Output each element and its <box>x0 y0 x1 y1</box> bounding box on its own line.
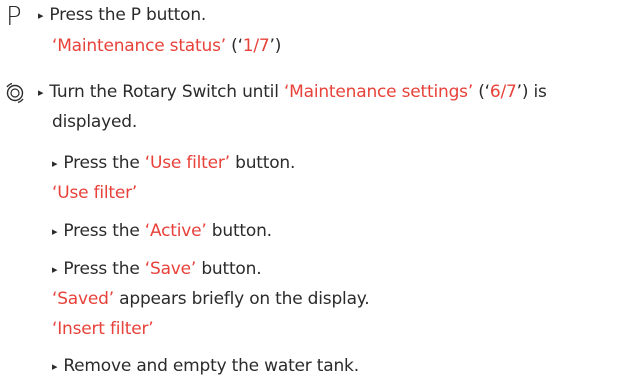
bullet-icon: ▸ <box>38 86 44 99</box>
page-indicator: 1/7 <box>242 36 270 56</box>
display-maintenance-status: ‘Maintenance status’ (‘1/7’) <box>52 35 281 57</box>
step-text-end: button. <box>196 259 262 279</box>
step-press-use-filter: ▸ Press the ‘Use filter’ button. <box>52 152 295 176</box>
bullet-icon: ▸ <box>52 157 58 170</box>
step-text: Remove and empty the water tank. <box>63 356 359 376</box>
step-text-end: button. <box>206 221 272 241</box>
display-text: ‘Maintenance settings’ <box>283 82 474 102</box>
step-text: Press the <box>63 153 145 173</box>
paren-open: (‘ <box>473 82 490 102</box>
step-turn-rotary-cont: displayed. <box>52 112 138 132</box>
display-saved: ‘Saved’ appears briefly on the display. <box>52 288 370 310</box>
rotary-switch-icon <box>6 82 24 104</box>
page-indicator: 6/7 <box>489 82 517 102</box>
paren-close: ’) <box>269 36 282 56</box>
step-text: Press the <box>63 221 145 241</box>
p-button-icon: P <box>6 2 22 32</box>
display-text: ‘Save’ <box>144 259 197 279</box>
display-text: ‘Active’ <box>144 221 207 241</box>
bullet-icon: ▸ <box>52 263 58 276</box>
step-press-save: ▸ Press the ‘Save’ button. <box>52 258 262 282</box>
step-press-p: ▸ Press the P button. <box>38 4 206 28</box>
step-text: Press the <box>63 259 145 279</box>
display-text: ‘Use filter’ <box>144 153 230 173</box>
step-remove-tank: ▸ Remove and empty the water tank. <box>52 355 359 379</box>
paren-open: (‘ <box>225 36 243 56</box>
display-use-filter: ‘Use filter’ <box>52 183 138 203</box>
step-text: Press the P button. <box>49 5 207 25</box>
display-text: ‘Maintenance status’ <box>52 36 226 56</box>
display-insert-filter: ‘Insert filter’ <box>52 319 154 339</box>
step-text: appears briefly on the display. <box>113 289 370 309</box>
paren-close: ’) is <box>516 82 547 102</box>
bullet-icon: ▸ <box>38 9 44 22</box>
bullet-icon: ▸ <box>52 360 58 373</box>
bullet-icon: ▸ <box>52 225 58 238</box>
step-press-active: ▸ Press the ‘Active’ button. <box>52 220 272 244</box>
step-text-end: button. <box>229 153 296 173</box>
display-text: ‘Saved’ <box>52 289 114 309</box>
step-text: Turn the Rotary Switch until <box>49 82 284 102</box>
step-turn-rotary: ▸ Turn the Rotary Switch until ‘Maintenan… <box>38 81 547 105</box>
